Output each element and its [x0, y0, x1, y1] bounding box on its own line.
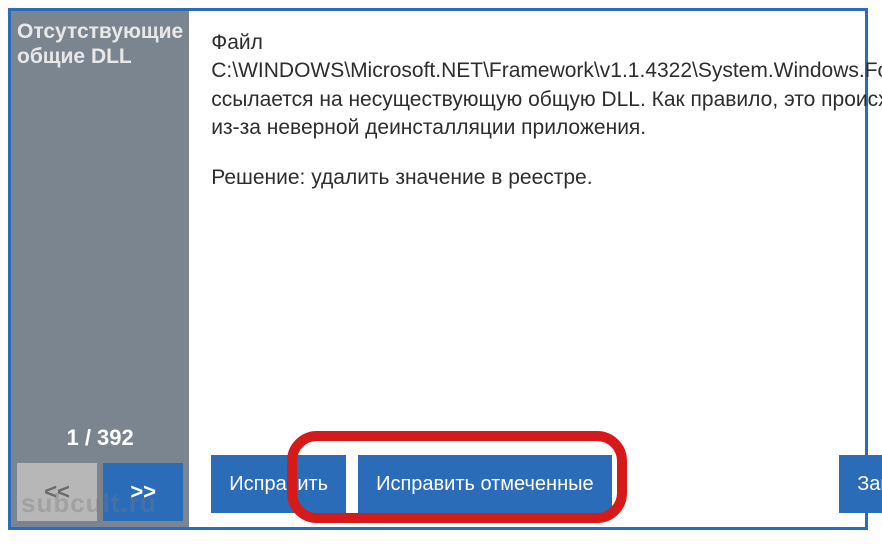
sidebar: Отсутствующие общие DLL 1 / 392 << >>	[11, 11, 189, 527]
next-button[interactable]: >>	[103, 463, 183, 521]
issue-counter: 1 / 392	[17, 425, 183, 451]
close-button[interactable]: Закрыть	[839, 455, 882, 513]
fix-button[interactable]: Исправить	[211, 455, 346, 513]
content-pane: Файл C:\WINDOWS\Microsoft.NET\Framework\…	[189, 11, 882, 527]
sidebar-title: Отсутствующие общие DLL	[17, 19, 183, 69]
issue-solution: Решение: удалить значение в реестре.	[211, 166, 882, 190]
sidebar-bottom: 1 / 392 << >>	[17, 425, 183, 521]
content-text: Файл C:\WINDOWS\Microsoft.NET\Framework\…	[211, 29, 882, 190]
nav-row: << >>	[17, 463, 183, 521]
fix-selected-button[interactable]: Исправить отмеченные	[358, 455, 612, 513]
dialog-window: Отсутствующие общие DLL 1 / 392 << >> Фа…	[8, 8, 868, 530]
button-row: Исправить Исправить отмеченные Закрыть	[211, 455, 882, 517]
issue-description: Файл C:\WINDOWS\Microsoft.NET\Framework\…	[211, 29, 882, 142]
prev-button[interactable]: <<	[17, 463, 97, 521]
